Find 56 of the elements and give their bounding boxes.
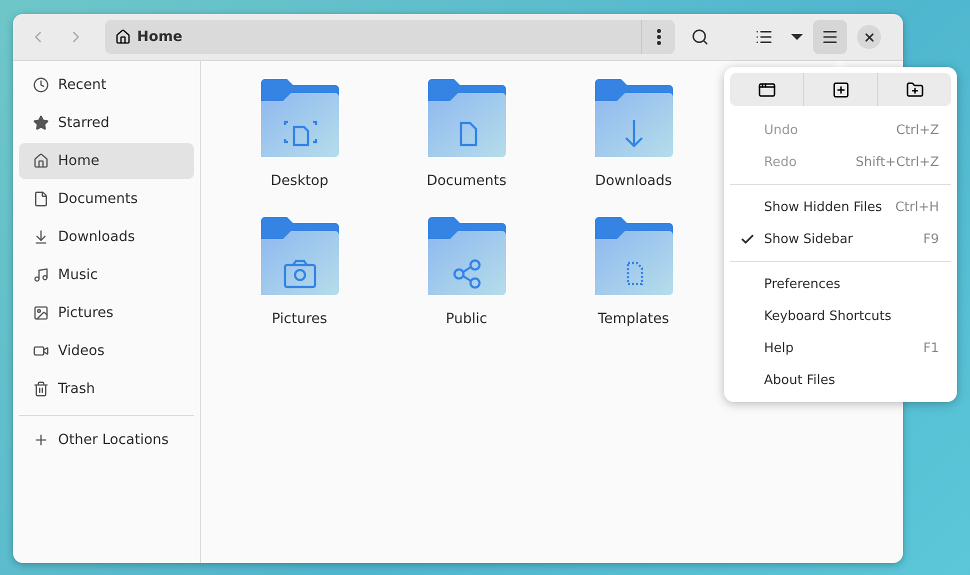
menu-icon xyxy=(821,28,839,46)
folder-icon[interactable] xyxy=(428,79,506,159)
document-icon xyxy=(33,191,49,207)
window-plus-icon xyxy=(758,80,776,98)
shortcut-text: Ctrl+Z xyxy=(896,122,939,138)
folder-name: Desktop xyxy=(270,173,328,189)
shortcut-text: Shift+Ctrl+Z xyxy=(856,154,939,170)
square-plus-icon xyxy=(832,80,850,98)
shortcut-text: F9 xyxy=(923,232,939,246)
close-icon xyxy=(862,30,876,44)
sidebar-item[interactable]: Downloads xyxy=(19,219,194,255)
sidebar-item[interactable]: Trash xyxy=(19,371,194,407)
folder-name: Documents xyxy=(426,173,506,189)
shortcut-text: F1 xyxy=(923,340,939,356)
folder-name: Templates xyxy=(598,311,670,327)
sidebar-item[interactable]: Documents xyxy=(19,181,194,217)
menu-item[interactable]: Show Hidden Files Ctrl+H xyxy=(730,191,951,223)
folder-icon[interactable] xyxy=(594,217,672,297)
download-icon xyxy=(33,229,49,245)
list-icon xyxy=(755,28,773,46)
folder-icon[interactable] xyxy=(428,217,506,297)
home-icon xyxy=(33,153,49,169)
sidebar-item[interactable]: Pictures xyxy=(19,295,194,331)
sidebar-item[interactable]: Home xyxy=(19,143,194,179)
menu-item[interactable]: Preferences xyxy=(730,268,951,300)
search-icon xyxy=(691,28,709,46)
menu-button[interactable] xyxy=(813,20,847,54)
folder-name: Pictures xyxy=(272,311,328,327)
close-button[interactable] xyxy=(857,25,881,49)
menu-item[interactable]: Show Sidebar F9 xyxy=(730,223,951,255)
folder-name: Downloads xyxy=(595,173,672,189)
trash-icon xyxy=(33,381,49,397)
plus-icon xyxy=(33,432,49,448)
home-icon xyxy=(115,29,131,45)
menu-item[interactable]: About Files xyxy=(730,364,951,396)
folder-icon[interactable] xyxy=(260,79,338,159)
clock-icon xyxy=(33,77,49,93)
caret-icon xyxy=(791,33,803,41)
location-text: Home xyxy=(137,29,184,45)
menu-item[interactable]: Keyboard Shortcuts xyxy=(730,300,951,332)
folder-name: Public xyxy=(446,311,488,327)
menu-item[interactable]: Help F1 xyxy=(730,332,951,364)
sidebar-item[interactable]: Recent xyxy=(19,67,194,103)
star-icon xyxy=(33,115,49,131)
more-icon xyxy=(656,29,660,45)
sidebar-item[interactable]: Music xyxy=(19,257,194,293)
folder-plus-icon xyxy=(906,80,924,98)
music-icon xyxy=(33,267,49,283)
sidebar-item[interactable]: Starred xyxy=(19,105,194,141)
shortcut-text: Ctrl+H xyxy=(895,200,939,214)
folder-icon[interactable] xyxy=(594,79,672,159)
image-icon xyxy=(33,305,49,321)
sidebar-item[interactable]: Other Locations xyxy=(19,422,194,458)
location-bar[interactable]: Home xyxy=(105,20,675,54)
folder-icon[interactable] xyxy=(260,217,338,297)
sidebar-item[interactable]: Videos xyxy=(19,333,194,369)
